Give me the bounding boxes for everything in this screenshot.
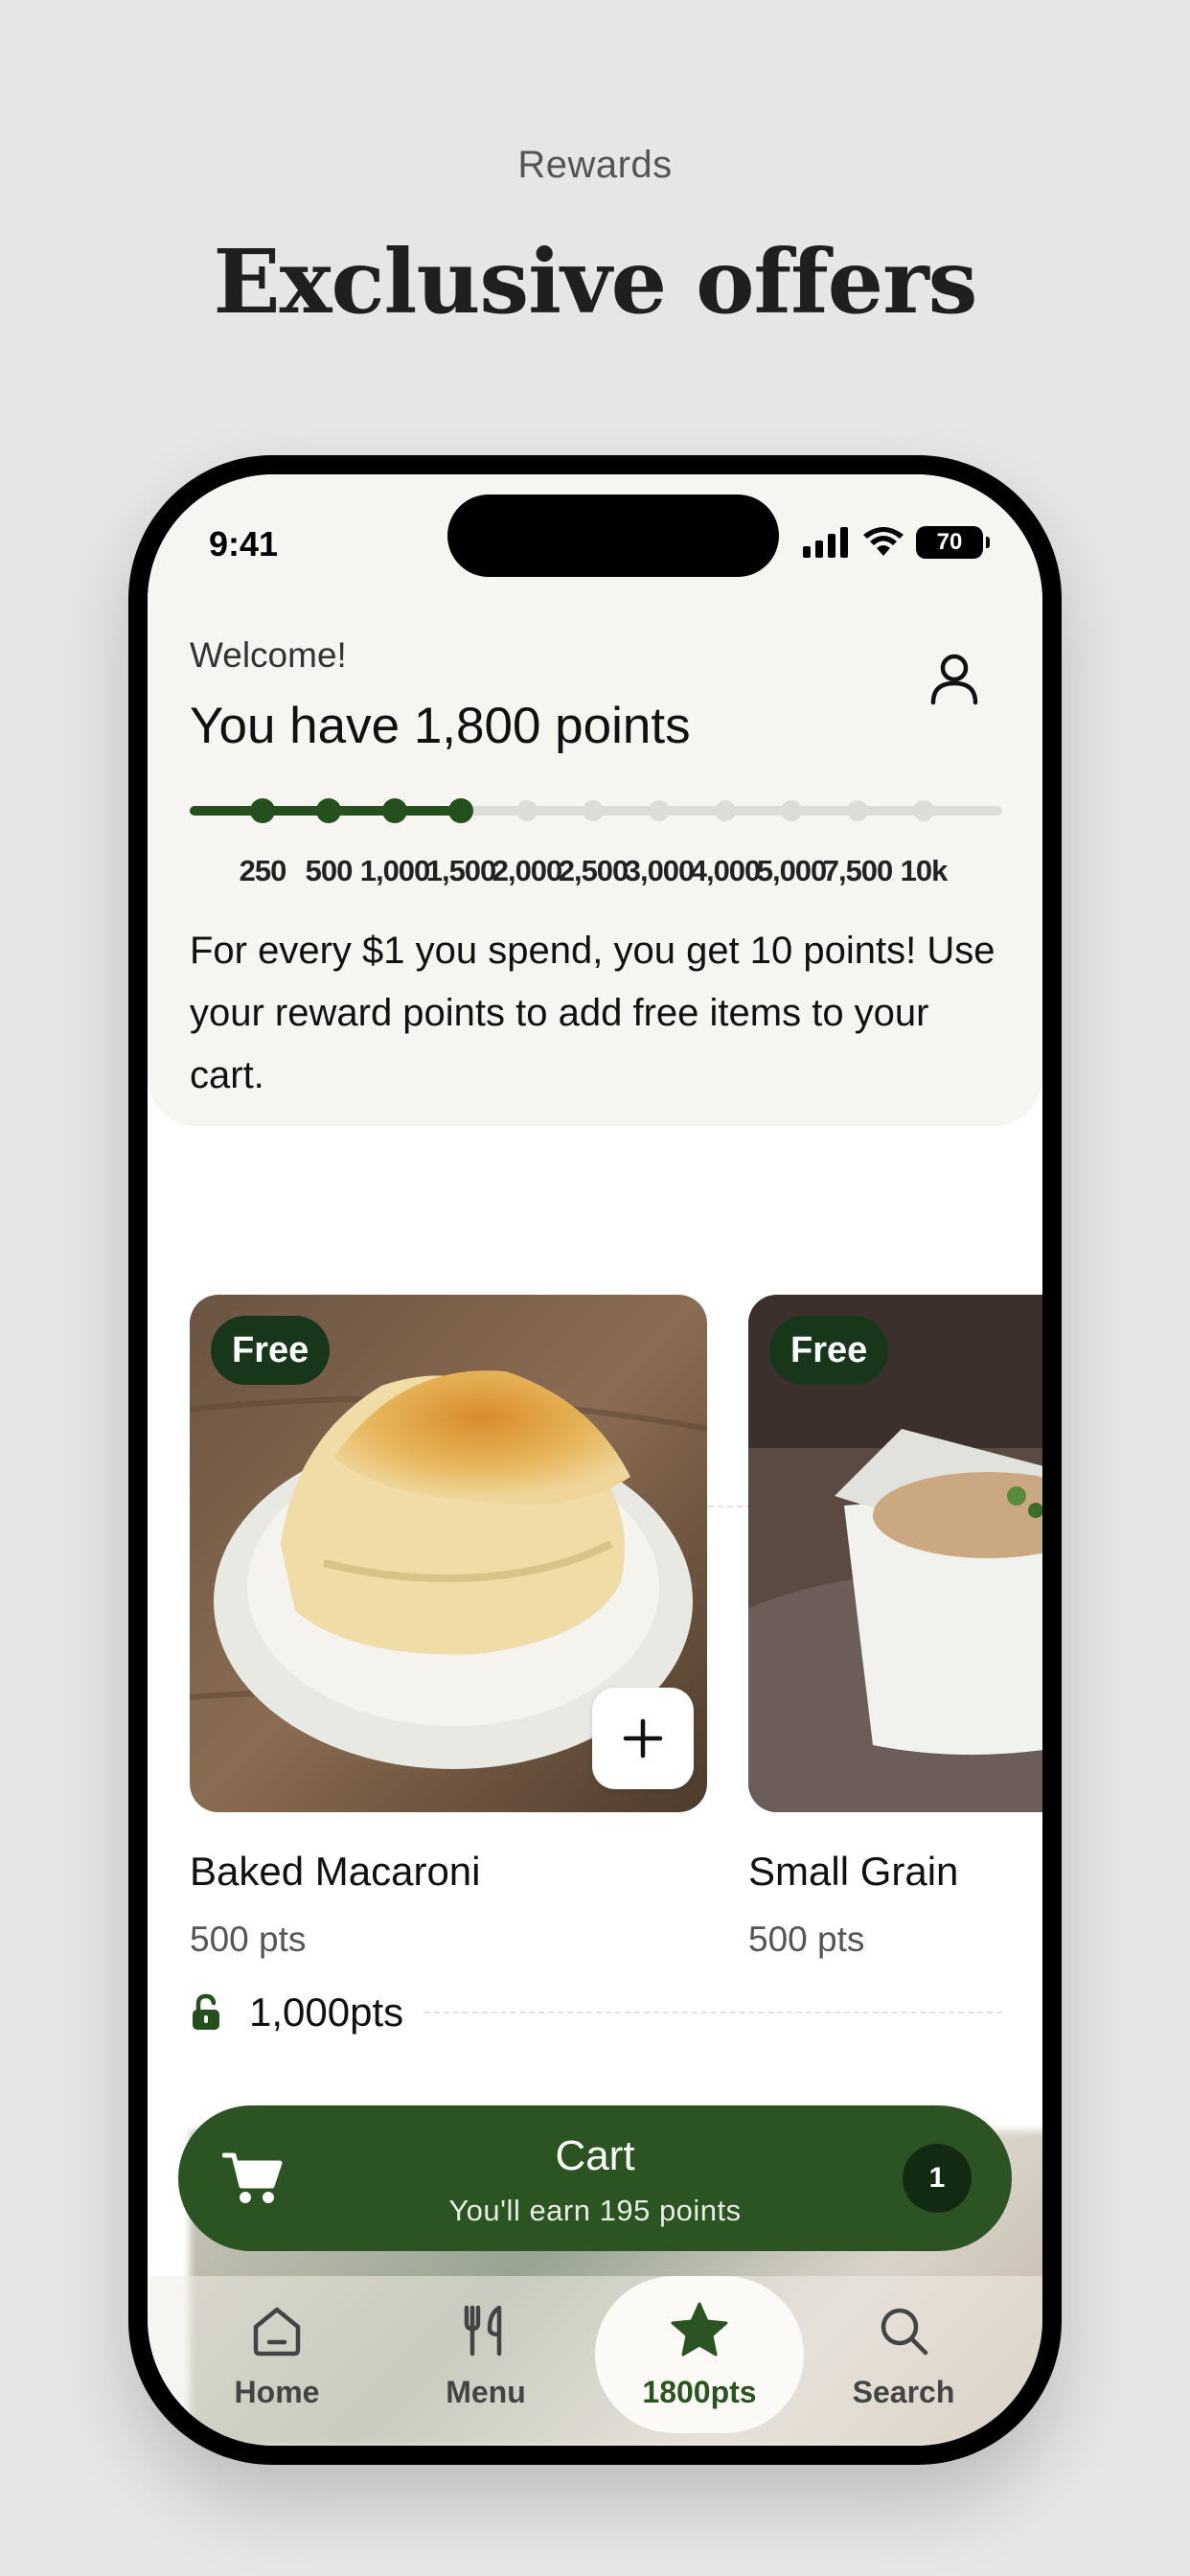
progress-step-dot bbox=[382, 798, 407, 823]
progress-tick-label: 2,000 bbox=[492, 854, 563, 887]
progress-tick-label: 1,500 bbox=[425, 854, 497, 887]
progress-step-dot bbox=[583, 800, 604, 821]
wifi-icon bbox=[863, 527, 904, 556]
tab-label: Menu bbox=[446, 2374, 526, 2409]
promo-eyebrow: Rewards bbox=[517, 144, 673, 186]
points-progress: 250 500 1,000 1,500 2,000 2,500 3,000 4,000 5,00… bbox=[190, 798, 1002, 911]
progress-step-dot bbox=[913, 800, 934, 821]
progress-tick-label: 1,000 bbox=[359, 854, 431, 887]
progress-tick-label: 3,000 bbox=[624, 854, 696, 887]
item-image-small-grain: Free bbox=[748, 1295, 1042, 1812]
home-icon bbox=[253, 2307, 301, 2356]
welcome-text: Welcome! bbox=[190, 635, 347, 675]
tab-search[interactable]: Search bbox=[799, 2276, 1008, 2433]
dynamic-island bbox=[447, 494, 779, 577]
unlocked-icon bbox=[193, 1993, 219, 2030]
tab-rewards[interactable]: 1800pts bbox=[595, 2276, 804, 2433]
progress-step-dot bbox=[781, 800, 802, 821]
status-icons: 70 bbox=[803, 526, 990, 559]
cart-title: Cart bbox=[555, 2132, 635, 2179]
reward-card[interactable]: Free Baked Macaroni 500 pts bbox=[190, 1295, 707, 1960]
battery-indicator: 70 bbox=[916, 526, 990, 559]
item-image-macaroni: Free bbox=[190, 1295, 707, 1812]
star-icon bbox=[671, 2302, 728, 2356]
tab-home[interactable]: Home bbox=[172, 2276, 381, 2433]
cart-button[interactable]: Cart You'll earn 195 points 1 bbox=[178, 2105, 1012, 2251]
tab-label: Search bbox=[852, 2374, 955, 2409]
item-points: 500 pts bbox=[190, 1920, 307, 1959]
progress-step-dot bbox=[448, 798, 473, 823]
phone-frame: 9:41 70 Welcome! You have 1,800 points 2… bbox=[128, 455, 1062, 2465]
reward-card[interactable]: Free Small Grain 500 pts bbox=[748, 1295, 1042, 1960]
item-name: Baked Macaroni bbox=[190, 1849, 481, 1894]
tier-divider bbox=[424, 2012, 1002, 2013]
progress-tick-label: 5,000 bbox=[756, 854, 828, 887]
progress-tick-label: 500 bbox=[305, 854, 354, 887]
progress-step-dot bbox=[250, 798, 275, 823]
progress-step-dot bbox=[715, 800, 736, 821]
profile-icon[interactable] bbox=[926, 649, 983, 706]
add-to-cart-button[interactable] bbox=[592, 1688, 694, 1789]
rewards-header-panel: 9:41 70 Welcome! You have 1,800 points 2… bbox=[148, 474, 1042, 1126]
progress-tick-label: 10k bbox=[900, 854, 949, 887]
free-badge: Free bbox=[769, 1316, 889, 1385]
app-screen: 9:41 70 Welcome! You have 1,800 points 2… bbox=[148, 474, 1042, 2446]
progress-tick-label: 2,500 bbox=[558, 854, 629, 887]
cart-count-badge: 1 bbox=[903, 2144, 972, 2213]
progress-step-dot bbox=[316, 798, 341, 823]
promo-headline: Exclusive offers bbox=[213, 230, 978, 334]
points-description: For every $1 you spend, you get 10 point… bbox=[190, 930, 995, 1096]
progress-tick-label: 4,000 bbox=[690, 854, 762, 887]
cart-earn-text: You'll earn 195 points bbox=[448, 2194, 742, 2227]
progress-tick-label: 250 bbox=[239, 854, 287, 887]
item-name: Small Grain bbox=[748, 1849, 959, 1894]
points-balance-title: You have 1,800 points bbox=[190, 698, 691, 754]
cellular-signal-icon bbox=[803, 527, 848, 558]
status-time: 9:41 bbox=[209, 524, 279, 564]
tab-label: Home bbox=[234, 2374, 320, 2409]
free-badge: Free bbox=[211, 1316, 331, 1385]
tab-bar: Home Menu 1800pts Search bbox=[148, 2276, 1042, 2446]
tab-label: 1800pts bbox=[642, 2374, 757, 2409]
plus-icon bbox=[623, 1718, 663, 1759]
progress-step-dot bbox=[516, 800, 538, 821]
tier-header-1000: 1,000pts bbox=[190, 1989, 1002, 2036]
item-points: 500 pts bbox=[748, 1920, 865, 1959]
tier-label: 1,000pts bbox=[249, 1990, 404, 2035]
progress-step-dot bbox=[649, 800, 670, 821]
tab-menu[interactable]: Menu bbox=[381, 2276, 590, 2433]
search-icon bbox=[881, 2308, 928, 2355]
progress-tick-label: 7,500 bbox=[822, 854, 894, 887]
fork-knife-icon bbox=[464, 2305, 502, 2356]
progress-step-dot bbox=[847, 800, 868, 821]
